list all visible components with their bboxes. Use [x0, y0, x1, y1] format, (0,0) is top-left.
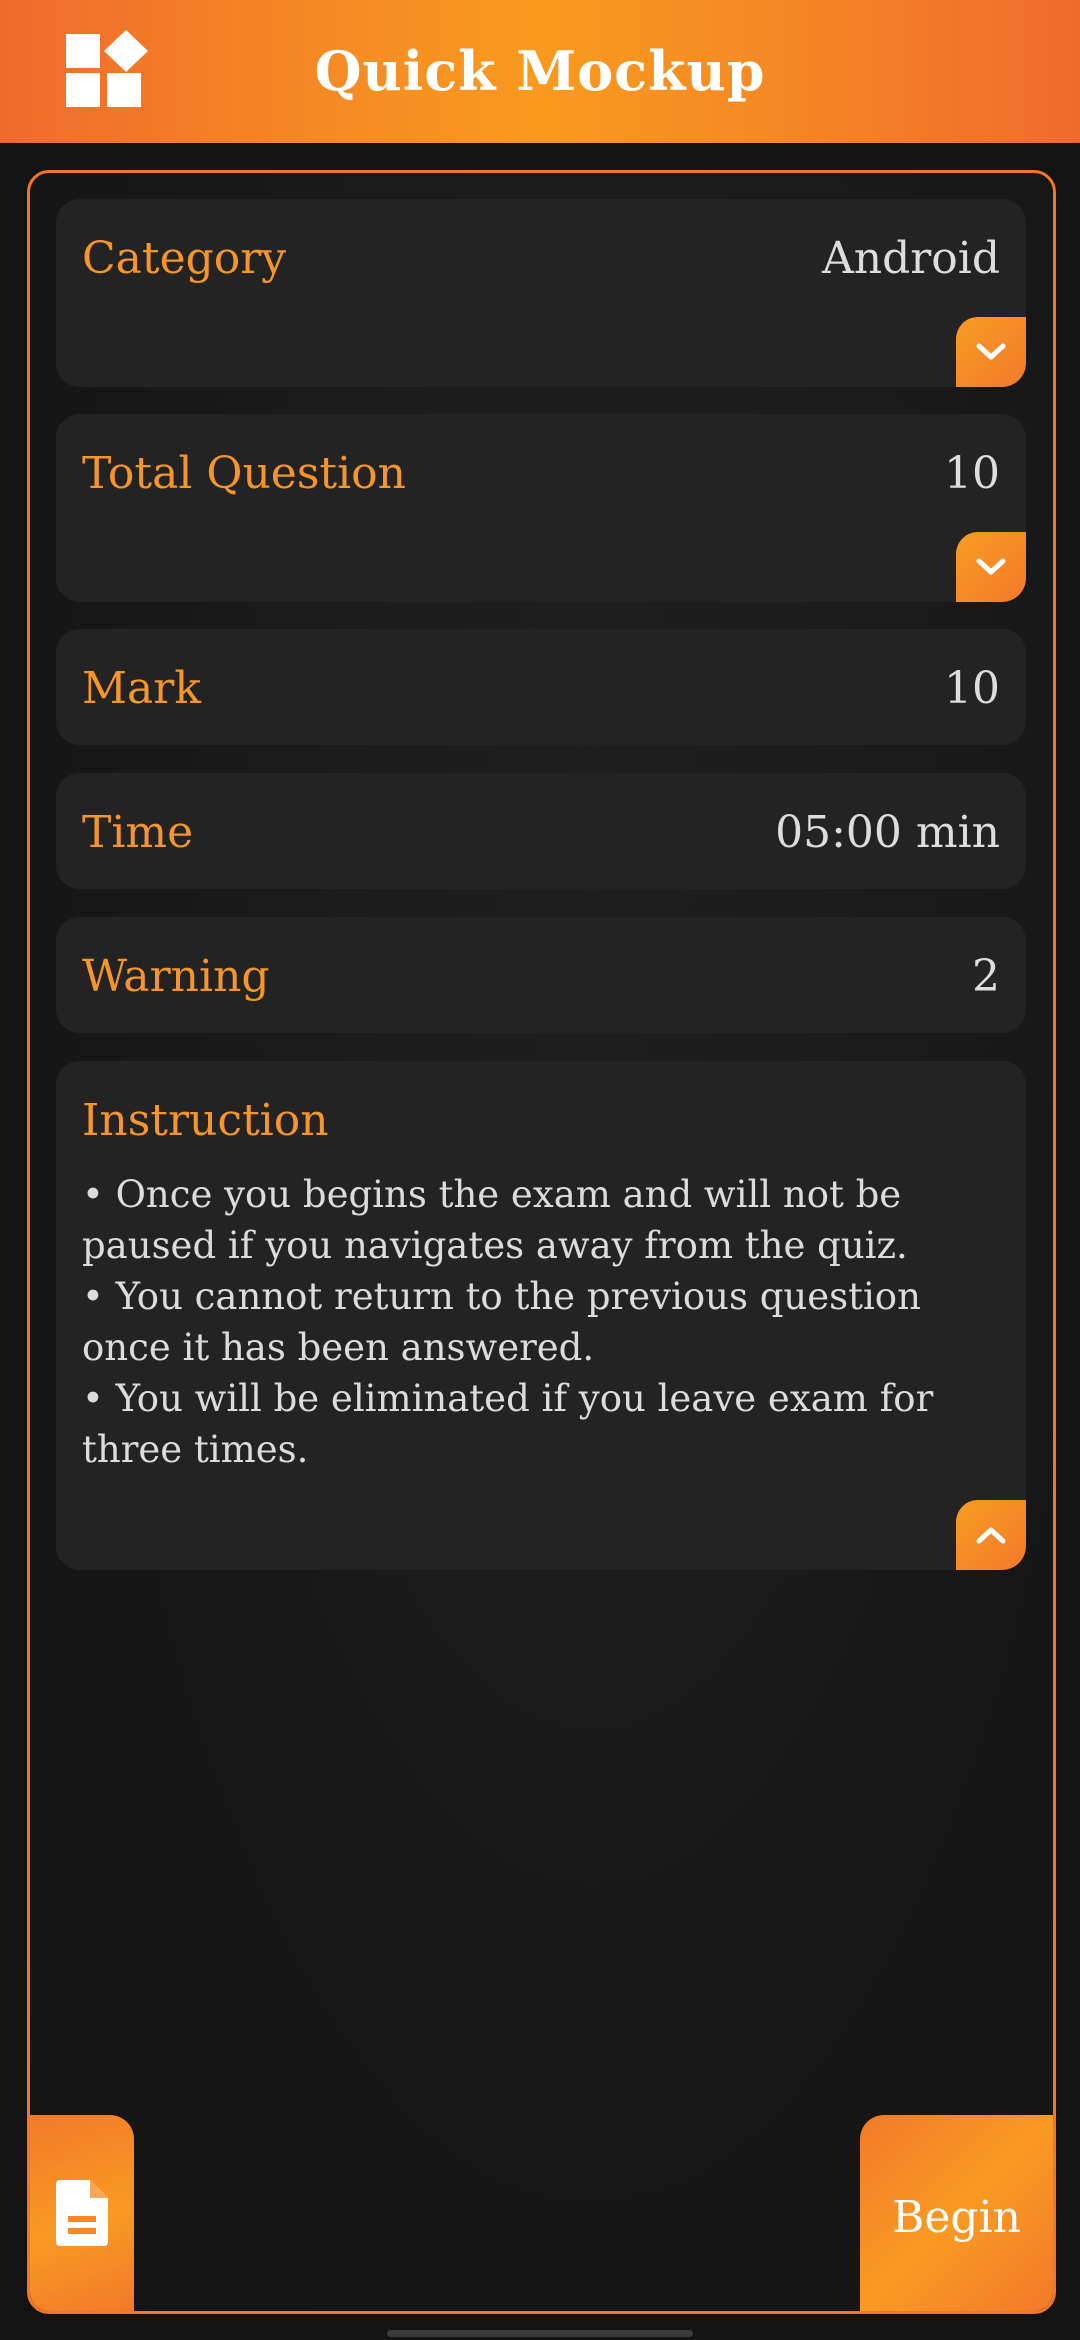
instruction-card: Instruction • Once you begins the exam a… [56, 1061, 1026, 1570]
app-title: Quick Mockup [314, 39, 766, 103]
category-value: Android [821, 233, 1000, 284]
warning-value: 2 [972, 951, 1000, 1002]
category-label: Category [82, 233, 287, 284]
begin-button[interactable]: Begin [860, 2115, 1053, 2311]
total-question-value: 10 [944, 448, 1000, 499]
instruction-title: Instruction [82, 1095, 329, 1146]
instruction-line: • You cannot return to the previous ques… [82, 1275, 921, 1369]
total-question-dropdown-button[interactable] [956, 532, 1026, 602]
mark-card: Mark 10 [56, 629, 1026, 745]
mark-value: 10 [944, 663, 1000, 714]
home-indicator[interactable] [387, 2330, 693, 2337]
instruction-line: • Once you begins the exam and will not … [82, 1173, 908, 1267]
category-card[interactable]: Category Android [56, 199, 1026, 387]
instruction-line: • You will be eliminated if you leave ex… [82, 1377, 934, 1471]
time-label: Time [82, 807, 194, 858]
exam-setup-panel: Category Android Total Question 10 Mark … [27, 170, 1056, 2314]
mark-label: Mark [82, 663, 201, 714]
category-dropdown-button[interactable] [956, 317, 1026, 387]
instruction-collapse-button[interactable] [956, 1500, 1026, 1570]
chevron-up-icon [976, 1527, 1006, 1544]
total-question-card[interactable]: Total Question 10 [56, 414, 1026, 602]
warning-label: Warning [82, 951, 270, 1002]
instruction-text: • Once you begins the exam and will not … [82, 1169, 992, 1475]
chevron-down-icon [976, 558, 1006, 575]
time-card: Time 05:00 min [56, 773, 1026, 889]
chevron-down-icon [976, 343, 1006, 360]
warning-card: Warning 2 [56, 917, 1026, 1033]
total-question-label: Total Question [82, 448, 407, 499]
time-value: 05:00 min [775, 807, 1000, 858]
document-button[interactable] [30, 2115, 134, 2311]
document-icon [56, 2180, 108, 2246]
app-bar: Quick Mockup [0, 0, 1080, 143]
